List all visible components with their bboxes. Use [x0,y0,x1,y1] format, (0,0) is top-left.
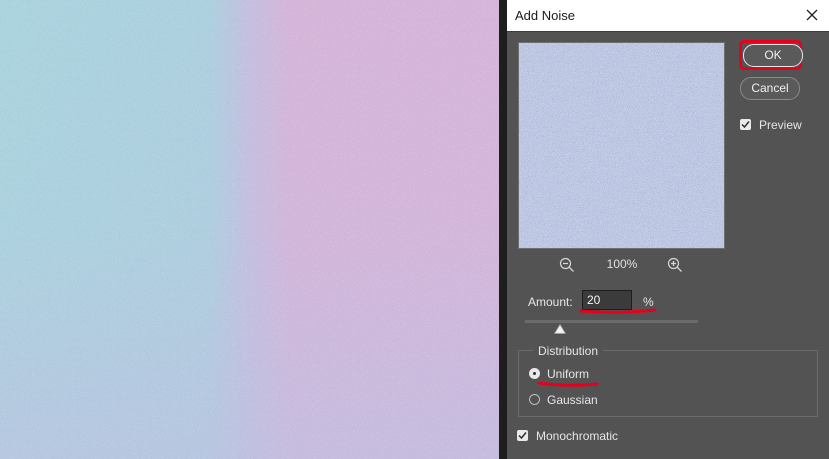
amount-unit: % [643,295,654,309]
amount-label: Amount: [528,295,573,309]
amount-input[interactable] [582,290,632,310]
panel-divider [499,0,507,459]
distribution-legend: Distribution [533,344,604,358]
zoom-out-icon[interactable] [559,257,575,273]
document-canvas[interactable] [0,0,499,459]
preview-window[interactable] [518,42,725,249]
zoom-in-icon[interactable] [667,257,683,273]
monochromatic-checkbox[interactable] [517,430,528,441]
preview-label: Preview [759,118,802,132]
gaussian-radio[interactable] [529,394,540,405]
dialog-titlebar[interactable]: Add Noise [507,0,829,32]
preview-checkbox[interactable] [740,119,751,130]
uniform-label[interactable]: Uniform [547,367,589,381]
monochromatic-label: Monochromatic [536,429,619,443]
dialog-title: Add Noise [515,8,575,23]
close-icon[interactable] [803,6,821,24]
amount-slider-thumb[interactable] [553,323,566,334]
gaussian-label[interactable]: Gaussian [547,393,598,407]
uniform-radio[interactable] [529,368,540,379]
zoom-level: 100% [606,257,638,271]
cancel-button[interactable]: Cancel [740,77,800,100]
noisy-image [0,0,499,459]
ok-button[interactable]: OK [743,44,803,67]
amount-slider-track[interactable] [525,320,698,323]
add-noise-dialog: Add Noise 100% OK Cancel Preview Amount:… [507,0,829,459]
